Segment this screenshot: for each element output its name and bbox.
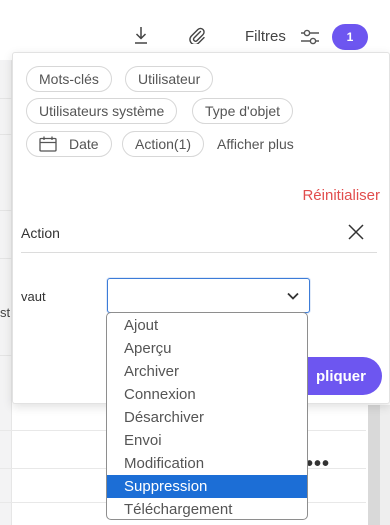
- chip-user[interactable]: Utilisateur: [125, 66, 214, 92]
- option-desarchiver[interactable]: Désarchiver: [107, 406, 307, 429]
- calendar-icon: [39, 136, 57, 152]
- option-envoi[interactable]: Envoi: [107, 429, 307, 452]
- background-divider: [0, 258, 12, 259]
- action-options-list: Ajout Aperçu Archiver Connexion Désarchi…: [106, 312, 308, 520]
- option-modification[interactable]: Modification: [107, 452, 307, 475]
- background-divider: [0, 134, 12, 135]
- filters-label[interactable]: Filtres: [245, 28, 286, 45]
- download-icon[interactable]: [130, 24, 152, 46]
- option-ajout[interactable]: Ajout: [107, 314, 307, 337]
- chip-object-type[interactable]: Type d'objet: [192, 98, 294, 124]
- scrollbar-track[interactable]: [380, 405, 390, 525]
- option-suppression[interactable]: Suppression: [107, 475, 307, 498]
- chip-system-users[interactable]: Utilisateurs système: [26, 98, 178, 124]
- toolbar: Filtres 1: [0, 0, 390, 50]
- background-divider: [0, 355, 12, 356]
- option-telechargement[interactable]: Téléchargement: [107, 498, 307, 519]
- option-connexion[interactable]: Connexion: [107, 383, 307, 406]
- chip-keywords[interactable]: Mots-clés: [26, 66, 112, 92]
- option-archiver[interactable]: Archiver: [107, 360, 307, 383]
- operator-label: vaut: [21, 289, 46, 304]
- paperclip-icon[interactable]: [186, 24, 208, 46]
- background-left-column: [0, 60, 12, 525]
- chip-date-label: Date: [69, 136, 99, 152]
- background-partial-text: st: [0, 305, 11, 320]
- row-menu-icon[interactable]: •••: [306, 453, 330, 476]
- scrollbar-thumb[interactable]: [368, 405, 380, 525]
- chip-date[interactable]: Date: [26, 131, 112, 157]
- filter-field-label: Action: [21, 225, 60, 241]
- divider: [21, 252, 377, 253]
- chip-action[interactable]: Action(1): [122, 131, 205, 157]
- action-value-select[interactable]: [107, 278, 310, 313]
- filters-count-badge[interactable]: 1: [332, 24, 368, 50]
- reset-link[interactable]: Réinitialiser: [302, 187, 380, 204]
- show-more-link[interactable]: Afficher plus: [217, 136, 294, 152]
- close-icon[interactable]: [347, 223, 365, 241]
- background-divider: [0, 98, 12, 99]
- background-divider: [0, 210, 12, 211]
- option-apercu[interactable]: Aperçu: [107, 337, 307, 360]
- sliders-icon[interactable]: [299, 27, 321, 47]
- chevron-down-icon: [287, 292, 299, 300]
